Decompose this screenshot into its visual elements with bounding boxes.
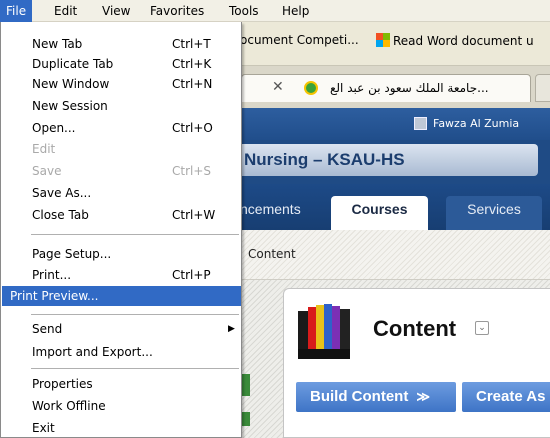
menu-item-duplicate-tab[interactable]: Duplicate Tab Ctrl+K <box>2 54 241 74</box>
build-content-button[interactable]: Build Content ≫ <box>296 382 456 412</box>
browser-tab[interactable]: ✕ ...جامعة الملك سعود بن عبد الع <box>241 74 531 102</box>
build-content-label: Build Content <box>310 388 409 405</box>
tab-courses[interactable]: Courses <box>331 196 428 230</box>
menu-tools[interactable]: Tools <box>223 0 265 22</box>
site-favicon-icon <box>304 81 318 95</box>
menu-item-page-setup[interactable]: Page Setup... <box>2 244 241 264</box>
page-title: Content <box>373 316 457 341</box>
file-menu-dropdown: New Tab Ctrl+T Duplicate Tab Ctrl+K New Wi… <box>0 22 242 438</box>
tab-services[interactable]: Services <box>446 196 542 230</box>
breadcrumb-current[interactable]: Content <box>248 247 296 261</box>
avatar-icon <box>414 117 427 130</box>
tab-announcements[interactable]: ncements <box>236 196 319 230</box>
menu-item-print[interactable]: Print... Ctrl+P <box>2 265 241 285</box>
menu-item-properties[interactable]: Properties <box>2 374 241 394</box>
close-tab-icon[interactable]: ✕ <box>272 79 284 95</box>
menu-item-send[interactable]: Send ▶ <box>2 319 241 339</box>
menu-item-work-offline[interactable]: Work Offline <box>2 396 241 416</box>
menu-favorites[interactable]: Favorites <box>144 0 210 22</box>
menu-item-new-window[interactable]: New Window Ctrl+N <box>2 74 241 94</box>
browser-tab-title: ...جامعة الملك سعود بن عبد الع <box>330 81 489 95</box>
menu-item-edit: Edit <box>32 142 56 156</box>
menu-file[interactable]: File <box>0 0 33 22</box>
favorite-link-label: Read Word document u <box>393 34 534 48</box>
chevron-down-icon[interactable]: ⌄ <box>475 321 489 335</box>
menu-item-save-as[interactable]: Save As... <box>2 183 241 203</box>
binders-icon <box>298 304 350 359</box>
menu-item-new-tab[interactable]: New Tab Ctrl+T <box>2 34 241 54</box>
menu-separator <box>31 368 239 369</box>
menu-item-import-export[interactable]: Import and Export... <box>2 342 241 362</box>
menu-item-print-preview[interactable]: Print Preview... <box>2 286 241 306</box>
menu-separator <box>31 234 239 235</box>
user-menu[interactable]: Fawza Al Zumia <box>414 117 519 130</box>
create-assessment-button[interactable]: Create As <box>462 382 550 412</box>
menu-item-close-tab[interactable]: Close Tab Ctrl+W <box>2 205 241 225</box>
favorite-link-read-word[interactable]: Read Word document u <box>376 33 534 48</box>
create-button-label: Create As <box>476 388 546 405</box>
menu-item-open[interactable]: Open... Ctrl+O <box>2 118 241 138</box>
user-name: Fawza Al Zumia <box>433 117 520 130</box>
menu-item-exit[interactable]: Exit <box>2 418 241 438</box>
menu-help[interactable]: Help <box>276 0 315 22</box>
brand-title: Nursing – KSAU-HS <box>244 150 405 169</box>
new-tab-button[interactable] <box>535 74 550 102</box>
menu-view[interactable]: View <box>96 0 136 22</box>
menu-item-save: Save Ctrl+S <box>32 164 212 178</box>
menu-edit[interactable]: Edit <box>48 0 83 22</box>
windows-logo-icon <box>376 33 390 47</box>
menu-item-new-session[interactable]: New Session <box>2 96 241 116</box>
menu-bar: File Edit View Favorites Tools Help <box>0 0 550 22</box>
double-chevron-down-icon: ≫ <box>416 389 430 404</box>
favorite-link-competition[interactable]: ocument Competi... <box>240 33 359 47</box>
submenu-arrow-icon: ▶ <box>228 324 235 334</box>
menu-separator <box>31 314 239 315</box>
